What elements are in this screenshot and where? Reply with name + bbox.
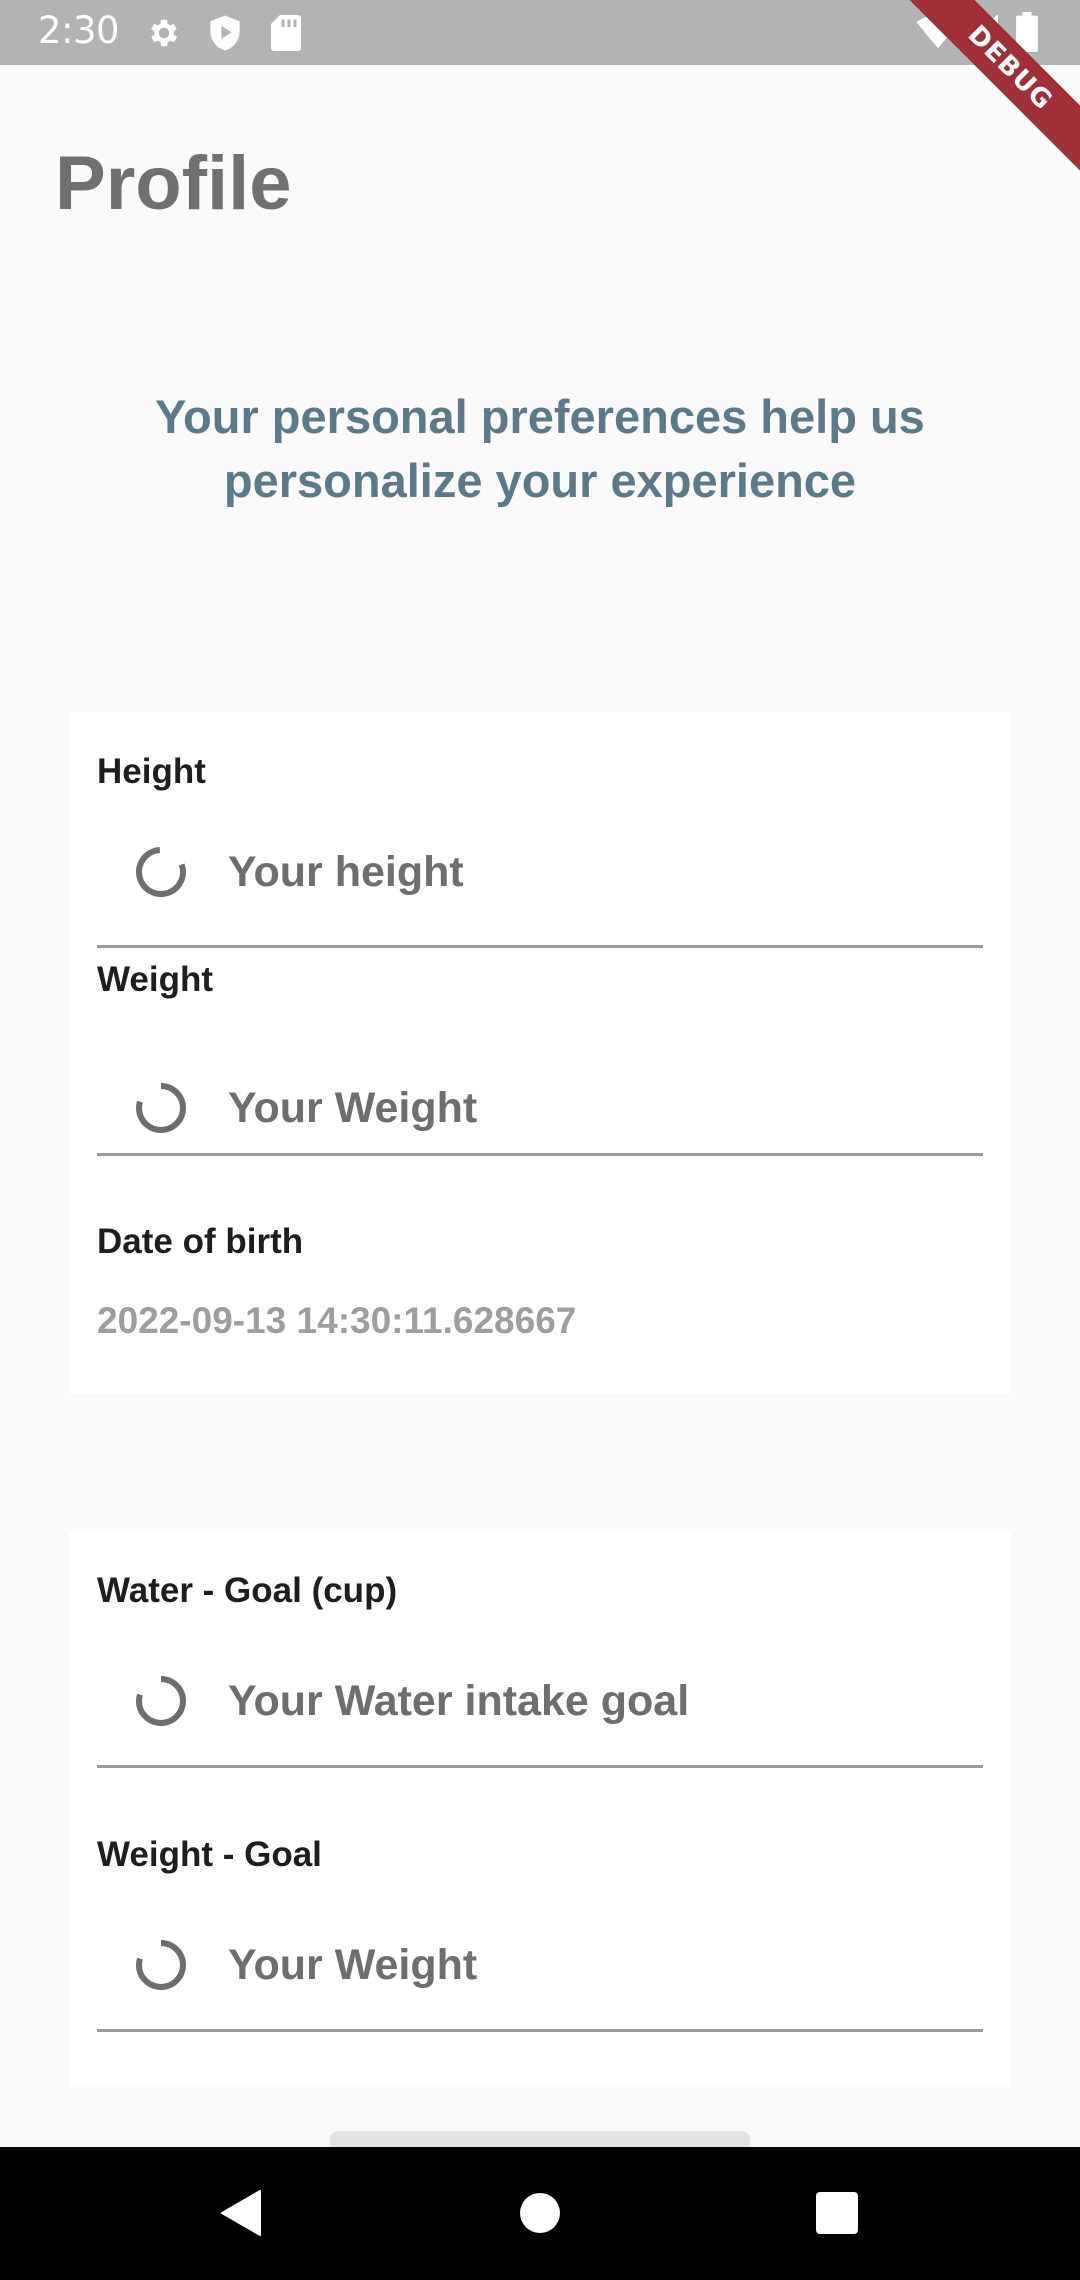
loading-spinner-icon [136,1940,186,1990]
dob-value[interactable]: 2022-09-13 14:30:11.628667 [97,1300,576,1342]
weight-underline [97,1153,983,1156]
goals-card: Water - Goal (cup) Your Water intake goa… [69,1531,1011,2087]
weight-goal-underline [97,2029,983,2032]
sd-card-icon [271,15,301,51]
gear-icon [151,19,178,47]
back-icon[interactable] [200,2177,280,2249]
weight-field[interactable]: Weight Your Weight [97,948,983,1188]
scroll-indicator [330,2131,750,2147]
water-goal-placeholder: Your Water intake goal [228,1677,690,1725]
loading-spinner-icon [136,1083,186,1133]
water-goal-field[interactable]: Water - Goal (cup) Your Water intake goa… [97,1559,983,1799]
dob-field[interactable]: Date of birth 2022-09-13 14:30:11.628667 [97,1210,983,1350]
recents-icon[interactable] [797,2177,877,2249]
status-time: 2:30 [38,9,120,52]
page-title: Profile [55,141,292,226]
navigation-bar [0,2147,1080,2280]
weight-goal-label: Weight - Goal [97,1835,322,1874]
height-field[interactable]: Height Your height [97,740,983,955]
shield-play-icon [210,15,240,51]
dob-label: Date of birth [97,1222,304,1261]
personal-info-card: Height Your height Weight Your Weight Da… [69,712,1011,1394]
weight-goal-placeholder: Your Weight [228,1941,478,1989]
status-bar: 2:30 DEBUG [0,0,1080,191]
loading-spinner-icon [136,847,186,897]
intro-text: Your personal preferences help us person… [155,390,925,507]
loading-spinner-icon [136,1676,186,1726]
weight-label: Weight [97,960,214,999]
home-icon[interactable] [500,2177,580,2249]
height-input[interactable]: Your height [97,832,983,912]
height-label: Height [97,752,206,791]
weight-placeholder: Your Weight [228,1084,478,1132]
weight-input[interactable]: Your Weight [97,1068,983,1148]
weight-goal-input[interactable]: Your Weight [97,1925,983,2005]
height-placeholder: Your height [228,848,464,896]
weight-goal-field[interactable]: Weight - Goal Your Weight [97,1823,983,2063]
water-goal-input[interactable]: Your Water intake goal [97,1661,983,1741]
water-goal-label: Water - Goal (cup) [97,1571,398,1610]
water-goal-underline [97,1765,983,1768]
